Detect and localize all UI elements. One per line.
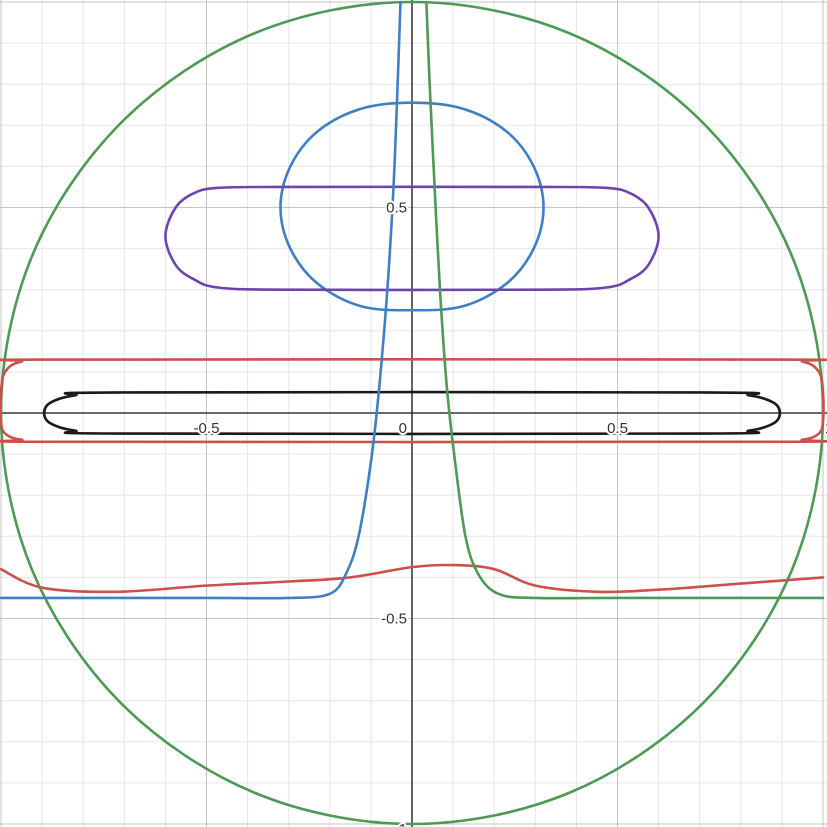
x-tick-label: 0.5 — [607, 420, 628, 437]
graph-canvas: -0.5-0.5000.50.5110.50.5-0.5-0.5-1-1 — [0, 0, 827, 827]
x-tick-label: 0 — [399, 420, 407, 437]
open-curve-7 — [425, 0, 825, 600]
y-tick-label: -0.5 — [381, 611, 407, 628]
y-tick-label: 0.5 — [386, 200, 407, 217]
x-tick-label: -0.5 — [194, 420, 220, 437]
open-curve-6 — [0, 0, 402, 600]
y-tick-label: -1 — [394, 821, 407, 827]
